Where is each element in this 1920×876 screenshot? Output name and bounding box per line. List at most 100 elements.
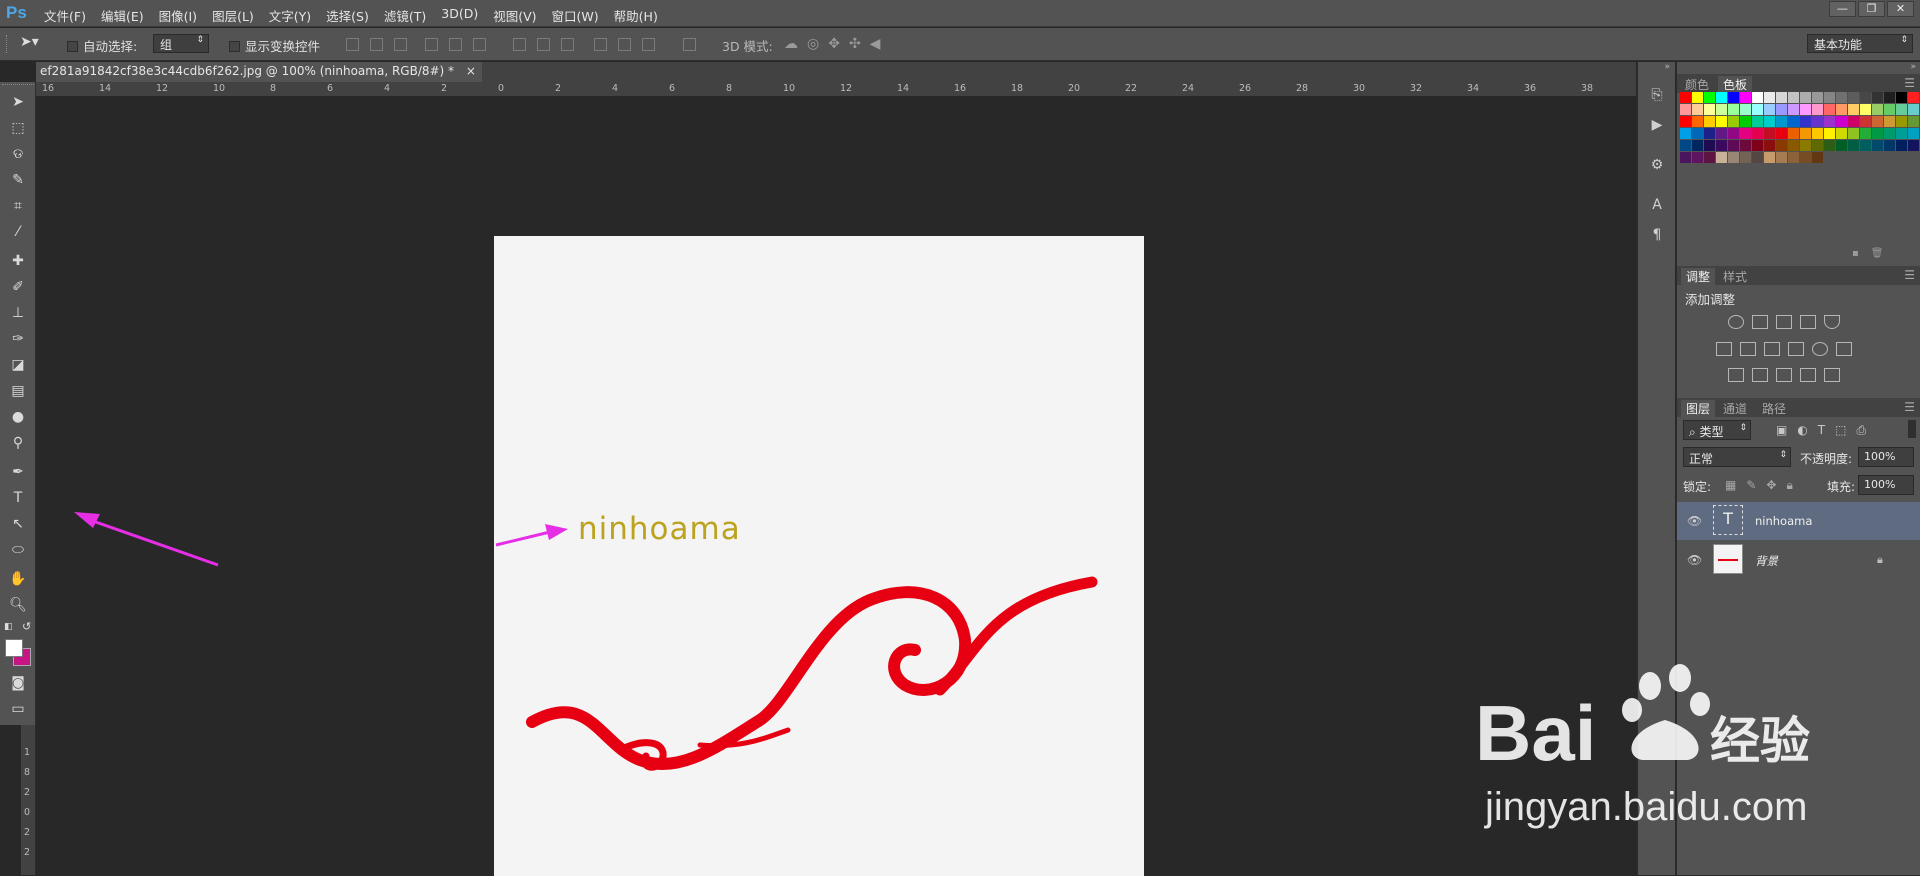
- color-swatch[interactable]: [1740, 116, 1751, 127]
- color-swatch[interactable]: [1692, 92, 1703, 103]
- color-swatch[interactable]: [1884, 116, 1895, 127]
- color-swatch[interactable]: [1848, 140, 1859, 151]
- character-panel-icon[interactable]: A: [1648, 197, 1666, 215]
- color-swatch[interactable]: [1872, 104, 1883, 115]
- panel-menu-icon[interactable]: ☰: [1904, 400, 1915, 414]
- color-swatch[interactable]: [1728, 140, 1739, 151]
- color-swatch[interactable]: [1860, 140, 1871, 151]
- color-swatch[interactable]: [1764, 104, 1775, 115]
- color-swatch[interactable]: [1752, 92, 1763, 103]
- vibrance-icon[interactable]: [1824, 315, 1840, 329]
- color-swatch[interactable]: [1812, 140, 1823, 151]
- color-swatch[interactable]: [1800, 104, 1811, 115]
- layer-filter-icons[interactable]: ▣◐T⬚⎙: [1776, 423, 1876, 438]
- opacity-input[interactable]: 100%: [1858, 447, 1914, 467]
- color-swatch[interactable]: [1740, 104, 1751, 115]
- color-swatch[interactable]: [1884, 104, 1895, 115]
- color-swatch[interactable]: [1752, 140, 1763, 151]
- color-swatch[interactable]: [1860, 116, 1871, 127]
- color-swatch[interactable]: [1884, 92, 1895, 103]
- color-swatch[interactable]: [1800, 152, 1811, 163]
- color-swatch[interactable]: [1872, 92, 1883, 103]
- color-swatch[interactable]: [1908, 128, 1919, 139]
- color-swatch[interactable]: [1860, 104, 1871, 115]
- color-swatch[interactable]: [1848, 116, 1859, 127]
- color-swatch[interactable]: [1716, 92, 1727, 103]
- color-swatch[interactable]: [1908, 104, 1919, 115]
- fill-input[interactable]: 100%: [1858, 475, 1914, 495]
- color-swatch[interactable]: [1896, 128, 1907, 139]
- threshold-icon[interactable]: [1776, 368, 1792, 382]
- tab-styles[interactable]: 样式: [1723, 268, 1747, 285]
- color-swatch[interactable]: [1824, 104, 1835, 115]
- invert-icon[interactable]: [1728, 368, 1744, 382]
- color-swatch[interactable]: [1824, 140, 1835, 151]
- color-balance-icon[interactable]: [1740, 342, 1756, 356]
- swatch-actions[interactable]: ▪🗑︎: [1852, 248, 1895, 259]
- layer-row-background[interactable]: 👁︎ 背景 🔒︎: [1677, 541, 1920, 579]
- tab-paths[interactable]: 路径: [1762, 400, 1786, 417]
- color-swatch[interactable]: [1896, 140, 1907, 151]
- levels-icon[interactable]: [1752, 315, 1768, 329]
- color-swatch[interactable]: [1740, 128, 1751, 139]
- color-swatch[interactable]: [1680, 116, 1691, 127]
- color-swatch[interactable]: [1680, 104, 1691, 115]
- properties-panel-icon[interactable]: ⚙: [1648, 157, 1666, 175]
- brightness-contrast-icon[interactable]: [1728, 315, 1744, 329]
- color-swatch[interactable]: [1704, 104, 1715, 115]
- color-swatch[interactable]: [1776, 128, 1787, 139]
- color-swatch[interactable]: [1716, 140, 1727, 151]
- color-swatch[interactable]: [1836, 116, 1847, 127]
- color-swatch[interactable]: [1716, 116, 1727, 127]
- color-swatch[interactable]: [1788, 92, 1799, 103]
- lock-icon[interactable]: 🔒︎: [1877, 553, 1883, 567]
- color-swatch[interactable]: [1848, 104, 1859, 115]
- tab-channels[interactable]: 通道: [1723, 400, 1747, 417]
- color-swatch[interactable]: [1788, 128, 1799, 139]
- color-swatch[interactable]: [1764, 92, 1775, 103]
- collapse-panels-icon[interactable]: »: [1910, 62, 1916, 72]
- color-swatch[interactable]: [1740, 152, 1751, 163]
- color-swatch[interactable]: [1692, 140, 1703, 151]
- color-swatch[interactable]: [1692, 152, 1703, 163]
- color-swatch[interactable]: [1800, 128, 1811, 139]
- color-swatch[interactable]: [1704, 140, 1715, 151]
- color-swatch[interactable]: [1800, 140, 1811, 151]
- color-swatch[interactable]: [1692, 128, 1703, 139]
- hue-saturation-icon[interactable]: [1716, 342, 1732, 356]
- color-swatch[interactable]: [1764, 152, 1775, 163]
- color-swatch[interactable]: [1896, 104, 1907, 115]
- color-swatch[interactable]: [1908, 92, 1919, 103]
- color-swatch[interactable]: [1836, 128, 1847, 139]
- color-swatch[interactable]: [1884, 128, 1895, 139]
- color-swatch[interactable]: [1716, 104, 1727, 115]
- color-swatch[interactable]: [1872, 140, 1883, 151]
- tab-swatches[interactable]: 色板: [1718, 76, 1753, 93]
- color-swatch[interactable]: [1824, 92, 1835, 103]
- color-swatch[interactable]: [1752, 152, 1763, 163]
- color-swatch[interactable]: [1776, 116, 1787, 127]
- color-swatch[interactable]: [1836, 140, 1847, 151]
- panel-menu-icon[interactable]: ☰: [1904, 76, 1915, 90]
- color-swatch[interactable]: [1788, 152, 1799, 163]
- layer-row-text[interactable]: 👁︎ T ninhoama: [1677, 502, 1920, 540]
- color-swatch[interactable]: [1776, 104, 1787, 115]
- color-swatch[interactable]: [1728, 116, 1739, 127]
- color-swatch[interactable]: [1860, 92, 1871, 103]
- layer-filter-dropdown[interactable]: ⌕ 类型 ⇕: [1683, 420, 1751, 440]
- color-swatch[interactable]: [1908, 116, 1919, 127]
- color-swatch[interactable]: [1752, 116, 1763, 127]
- black-white-icon[interactable]: [1764, 342, 1780, 356]
- color-swatch[interactable]: [1812, 104, 1823, 115]
- color-swatch[interactable]: [1800, 92, 1811, 103]
- color-swatch[interactable]: [1776, 92, 1787, 103]
- paragraph-panel-icon[interactable]: ¶: [1648, 227, 1666, 245]
- color-swatch[interactable]: [1788, 140, 1799, 151]
- channel-mixer-icon[interactable]: [1812, 342, 1828, 356]
- color-swatch[interactable]: [1728, 152, 1739, 163]
- color-swatch[interactable]: [1872, 128, 1883, 139]
- color-swatch[interactable]: [1716, 152, 1727, 163]
- gradient-map-icon[interactable]: [1824, 368, 1840, 382]
- color-swatch[interactable]: [1836, 104, 1847, 115]
- color-swatch[interactable]: [1680, 152, 1691, 163]
